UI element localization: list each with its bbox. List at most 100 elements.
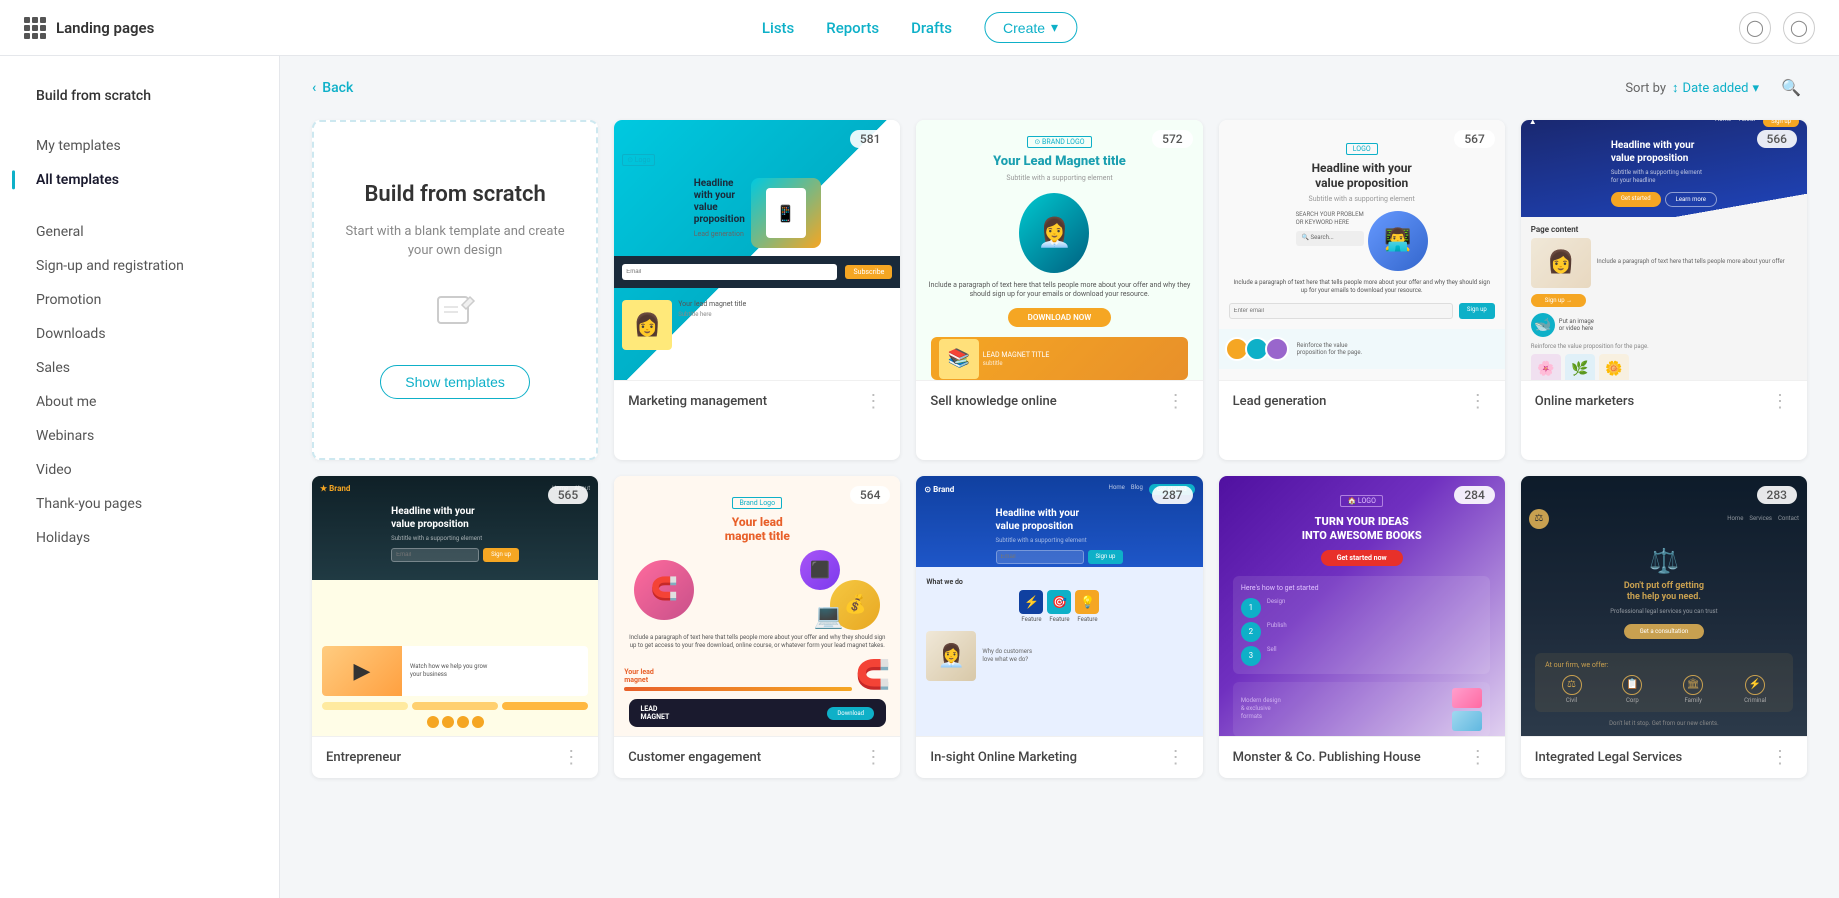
template-card-sell[interactable]: 572 ⊙ BRAND LOGO Your Lead Magnet title … — [916, 120, 1202, 460]
sidebar-section-build: Build from scratch My templates All temp… — [0, 80, 279, 214]
template-card-customer[interactable]: 564 Brand Logo Your leadmagnet title 🧲 💰… — [614, 476, 900, 778]
sidebar-item-sales[interactable]: Sales — [24, 352, 255, 384]
card-menu-entrepreneur[interactable]: ⋮ — [558, 747, 584, 768]
card-image-marketing: 581 ⊙ Logo Headlinewith yourvalueproposi… — [614, 120, 900, 380]
card-menu-customer[interactable]: ⋮ — [860, 747, 886, 768]
sidebar-item-webinars[interactable]: Webinars — [24, 420, 255, 452]
card-footer-online: Online marketers ⋮ — [1521, 380, 1807, 422]
card-count-marketing: 581 — [850, 130, 890, 148]
card-menu-insight[interactable]: ⋮ — [1163, 747, 1189, 768]
card-name-lead: Lead generation — [1233, 394, 1327, 409]
card-footer-marketing: Marketing management ⋮ — [614, 380, 900, 422]
card-image-monster: 284 🏠 LOGO TURN YOUR IDEASINTO AWESOME B… — [1219, 476, 1505, 736]
card-name-customer: Customer engagement — [628, 750, 761, 765]
sort-chevron-icon: ▾ — [1752, 81, 1759, 96]
sidebar-item-promotion[interactable]: Promotion — [24, 284, 255, 316]
card-image-sell: 572 ⊙ BRAND LOGO Your Lead Magnet title … — [916, 120, 1202, 380]
scratch-subtitle: Start with a blank template and create y… — [338, 222, 572, 261]
user-avatar[interactable]: ◯ — [1739, 12, 1771, 44]
card-footer-insight: In-sight Online Marketing ⋮ — [916, 736, 1202, 778]
chevron-left-icon: ‹ — [312, 80, 316, 96]
toolbar: ‹ Back Sort by ↕ Date added ▾ 🔍 — [280, 56, 1839, 120]
sidebar-item-about-me[interactable]: About me — [24, 386, 255, 418]
templates-grid: Build from scratch Start with a blank te… — [280, 120, 1839, 810]
card-name-legal: Integrated Legal Services — [1535, 750, 1682, 765]
build-from-scratch-card[interactable]: Build from scratch Start with a blank te… — [312, 120, 598, 460]
app-title: Landing pages — [56, 19, 154, 37]
pencil-board-icon — [430, 285, 480, 345]
card-menu-sell[interactable]: ⋮ — [1163, 391, 1189, 412]
reports-link[interactable]: Reports — [826, 19, 879, 37]
sidebar-item-my-templates[interactable]: My templates — [24, 130, 255, 162]
card-image-lead: 567 LOGO Headline with yourvalue proposi… — [1219, 120, 1505, 380]
lists-link[interactable]: Lists — [762, 19, 794, 37]
sidebar-item-holidays[interactable]: Holidays — [24, 522, 255, 554]
sidebar-item-video[interactable]: Video — [24, 454, 255, 486]
card-image-legal: 283 ⚖ Home Services Contact ⚖️ — [1521, 476, 1807, 736]
card-name-marketing: Marketing management — [628, 394, 767, 409]
card-menu-lead[interactable]: ⋮ — [1465, 391, 1491, 412]
search-button[interactable]: 🔍 — [1775, 72, 1807, 104]
template-card-legal[interactable]: 283 ⚖ Home Services Contact ⚖️ — [1521, 476, 1807, 778]
sidebar-item-thank-you[interactable]: Thank-you pages — [24, 488, 255, 520]
card-footer-sell: Sell knowledge online ⋮ — [916, 380, 1202, 422]
card-image-entrepreneur: 565 ★ Brand Home About Headline with you… — [312, 476, 598, 736]
template-card-monster[interactable]: 284 🏠 LOGO TURN YOUR IDEASINTO AWESOME B… — [1219, 476, 1505, 778]
drafts-link[interactable]: Drafts — [911, 19, 952, 37]
sidebar-item-all-templates[interactable]: All templates — [24, 164, 255, 196]
card-image-insight: 287 ⊙ Brand Home Blog Get started Headli… — [916, 476, 1202, 736]
card-image-online: 566 ▲ Home About Sign up Headline with y… — [1521, 120, 1807, 380]
card-name-entrepreneur: Entrepreneur — [326, 750, 401, 765]
scratch-title: Build from scratch — [364, 181, 545, 210]
card-count-monster: 284 — [1454, 486, 1494, 504]
app-logo: Landing pages — [24, 17, 154, 39]
sidebar-categories: General Sign-up and registration Promoti… — [0, 216, 279, 554]
card-count-online: 566 — [1757, 130, 1797, 148]
card-footer-monster: Monster & Co. Publishing House ⋮ — [1219, 736, 1505, 778]
sort-label: Sort by — [1625, 81, 1666, 96]
template-card-marketing[interactable]: 581 ⊙ Logo Headlinewith yourvalueproposi… — [614, 120, 900, 460]
template-card-lead[interactable]: 567 LOGO Headline with yourvalue proposi… — [1219, 120, 1505, 460]
card-count-entrepreneur: 565 — [548, 486, 588, 504]
card-footer-entrepreneur: Entrepreneur ⋮ — [312, 736, 598, 778]
card-menu-monster[interactable]: ⋮ — [1465, 747, 1491, 768]
sidebar-item-signup[interactable]: Sign-up and registration — [24, 250, 255, 282]
toolbar-right: Sort by ↕ Date added ▾ 🔍 — [1625, 72, 1807, 104]
card-menu-marketing[interactable]: ⋮ — [860, 391, 886, 412]
topnav-right: ◯ ◯ — [1739, 12, 1815, 44]
sidebar: Build from scratch My templates All temp… — [0, 56, 280, 898]
card-menu-legal[interactable]: ⋮ — [1767, 747, 1793, 768]
content-area: ‹ Back Sort by ↕ Date added ▾ 🔍 Build — [280, 56, 1839, 898]
card-count-customer: 564 — [850, 486, 890, 504]
grid-icon — [24, 17, 46, 39]
sidebar-item-downloads[interactable]: Downloads — [24, 318, 255, 350]
sidebar-item-build-from-scratch[interactable]: Build from scratch — [24, 80, 255, 112]
back-button[interactable]: ‹ Back — [312, 80, 353, 96]
card-menu-online[interactable]: ⋮ — [1767, 391, 1793, 412]
card-footer-customer: Customer engagement ⋮ — [614, 736, 900, 778]
main-layout: Build from scratch My templates All temp… — [0, 56, 1839, 898]
card-footer-legal: Integrated Legal Services ⋮ — [1521, 736, 1807, 778]
topnav-center: Lists Reports Drafts Create ▾ — [762, 12, 1077, 43]
card-footer-lead: Lead generation ⋮ — [1219, 380, 1505, 422]
card-count-lead: 567 — [1454, 130, 1494, 148]
template-card-entrepreneur[interactable]: 565 ★ Brand Home About Headline with you… — [312, 476, 598, 778]
sort-value[interactable]: ↕ Date added ▾ — [1672, 80, 1759, 96]
top-navigation: Landing pages Lists Reports Drafts Creat… — [0, 0, 1839, 56]
sidebar-item-general[interactable]: General — [24, 216, 255, 248]
template-card-insight[interactable]: 287 ⊙ Brand Home Blog Get started Headli… — [916, 476, 1202, 778]
sort-control: Sort by ↕ Date added ▾ — [1625, 80, 1759, 96]
card-name-online: Online marketers — [1535, 394, 1634, 409]
card-name-sell: Sell knowledge online — [930, 394, 1056, 409]
card-name-insight: In-sight Online Marketing — [930, 750, 1077, 765]
card-count-legal: 283 — [1757, 486, 1797, 504]
chevron-down-icon: ▾ — [1051, 19, 1058, 36]
template-card-online[interactable]: 566 ▲ Home About Sign up Headline with y… — [1521, 120, 1807, 460]
show-templates-button[interactable]: Show templates — [380, 365, 530, 399]
card-count-sell: 572 — [1152, 130, 1192, 148]
card-image-customer: 564 Brand Logo Your leadmagnet title 🧲 💰… — [614, 476, 900, 736]
card-count-insight: 287 — [1152, 486, 1192, 504]
card-name-monster: Monster & Co. Publishing House — [1233, 750, 1421, 765]
create-button[interactable]: Create ▾ — [984, 12, 1077, 43]
profile-icon[interactable]: ◯ — [1783, 12, 1815, 44]
